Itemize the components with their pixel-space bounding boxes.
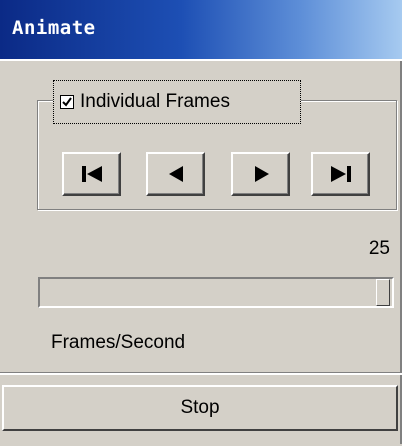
animate-window: Animate Individual Frames 25 Frames/Seco… (0, 0, 402, 446)
separator (0, 372, 402, 375)
step-forward-button[interactable] (231, 152, 290, 196)
individual-frames-label: Individual Frames (80, 91, 230, 112)
step-back-icon (168, 166, 183, 182)
client-divider (0, 59, 402, 61)
slider-thumb[interactable] (376, 279, 390, 306)
step-back-button[interactable] (146, 152, 205, 196)
stop-button[interactable]: Stop (2, 385, 398, 431)
individual-frames-checkbox-control[interactable]: Individual Frames (53, 80, 301, 124)
last-frame-button[interactable] (311, 152, 370, 196)
frames-per-second-slider[interactable] (38, 277, 394, 308)
step-forward-icon (254, 166, 269, 182)
title-bar[interactable]: Animate (0, 0, 402, 59)
frames-per-second-value: 25 (368, 238, 390, 259)
stop-button-label: Stop (180, 397, 220, 418)
first-frame-button[interactable] (62, 152, 121, 196)
skip-to-end-icon (330, 166, 351, 182)
skip-to-start-icon (81, 166, 102, 182)
individual-frames-checkbox[interactable] (60, 95, 74, 109)
frames-per-second-label: Frames/Second (51, 332, 186, 353)
checkmark-icon (62, 97, 72, 107)
window-title: Animate (12, 17, 96, 39)
